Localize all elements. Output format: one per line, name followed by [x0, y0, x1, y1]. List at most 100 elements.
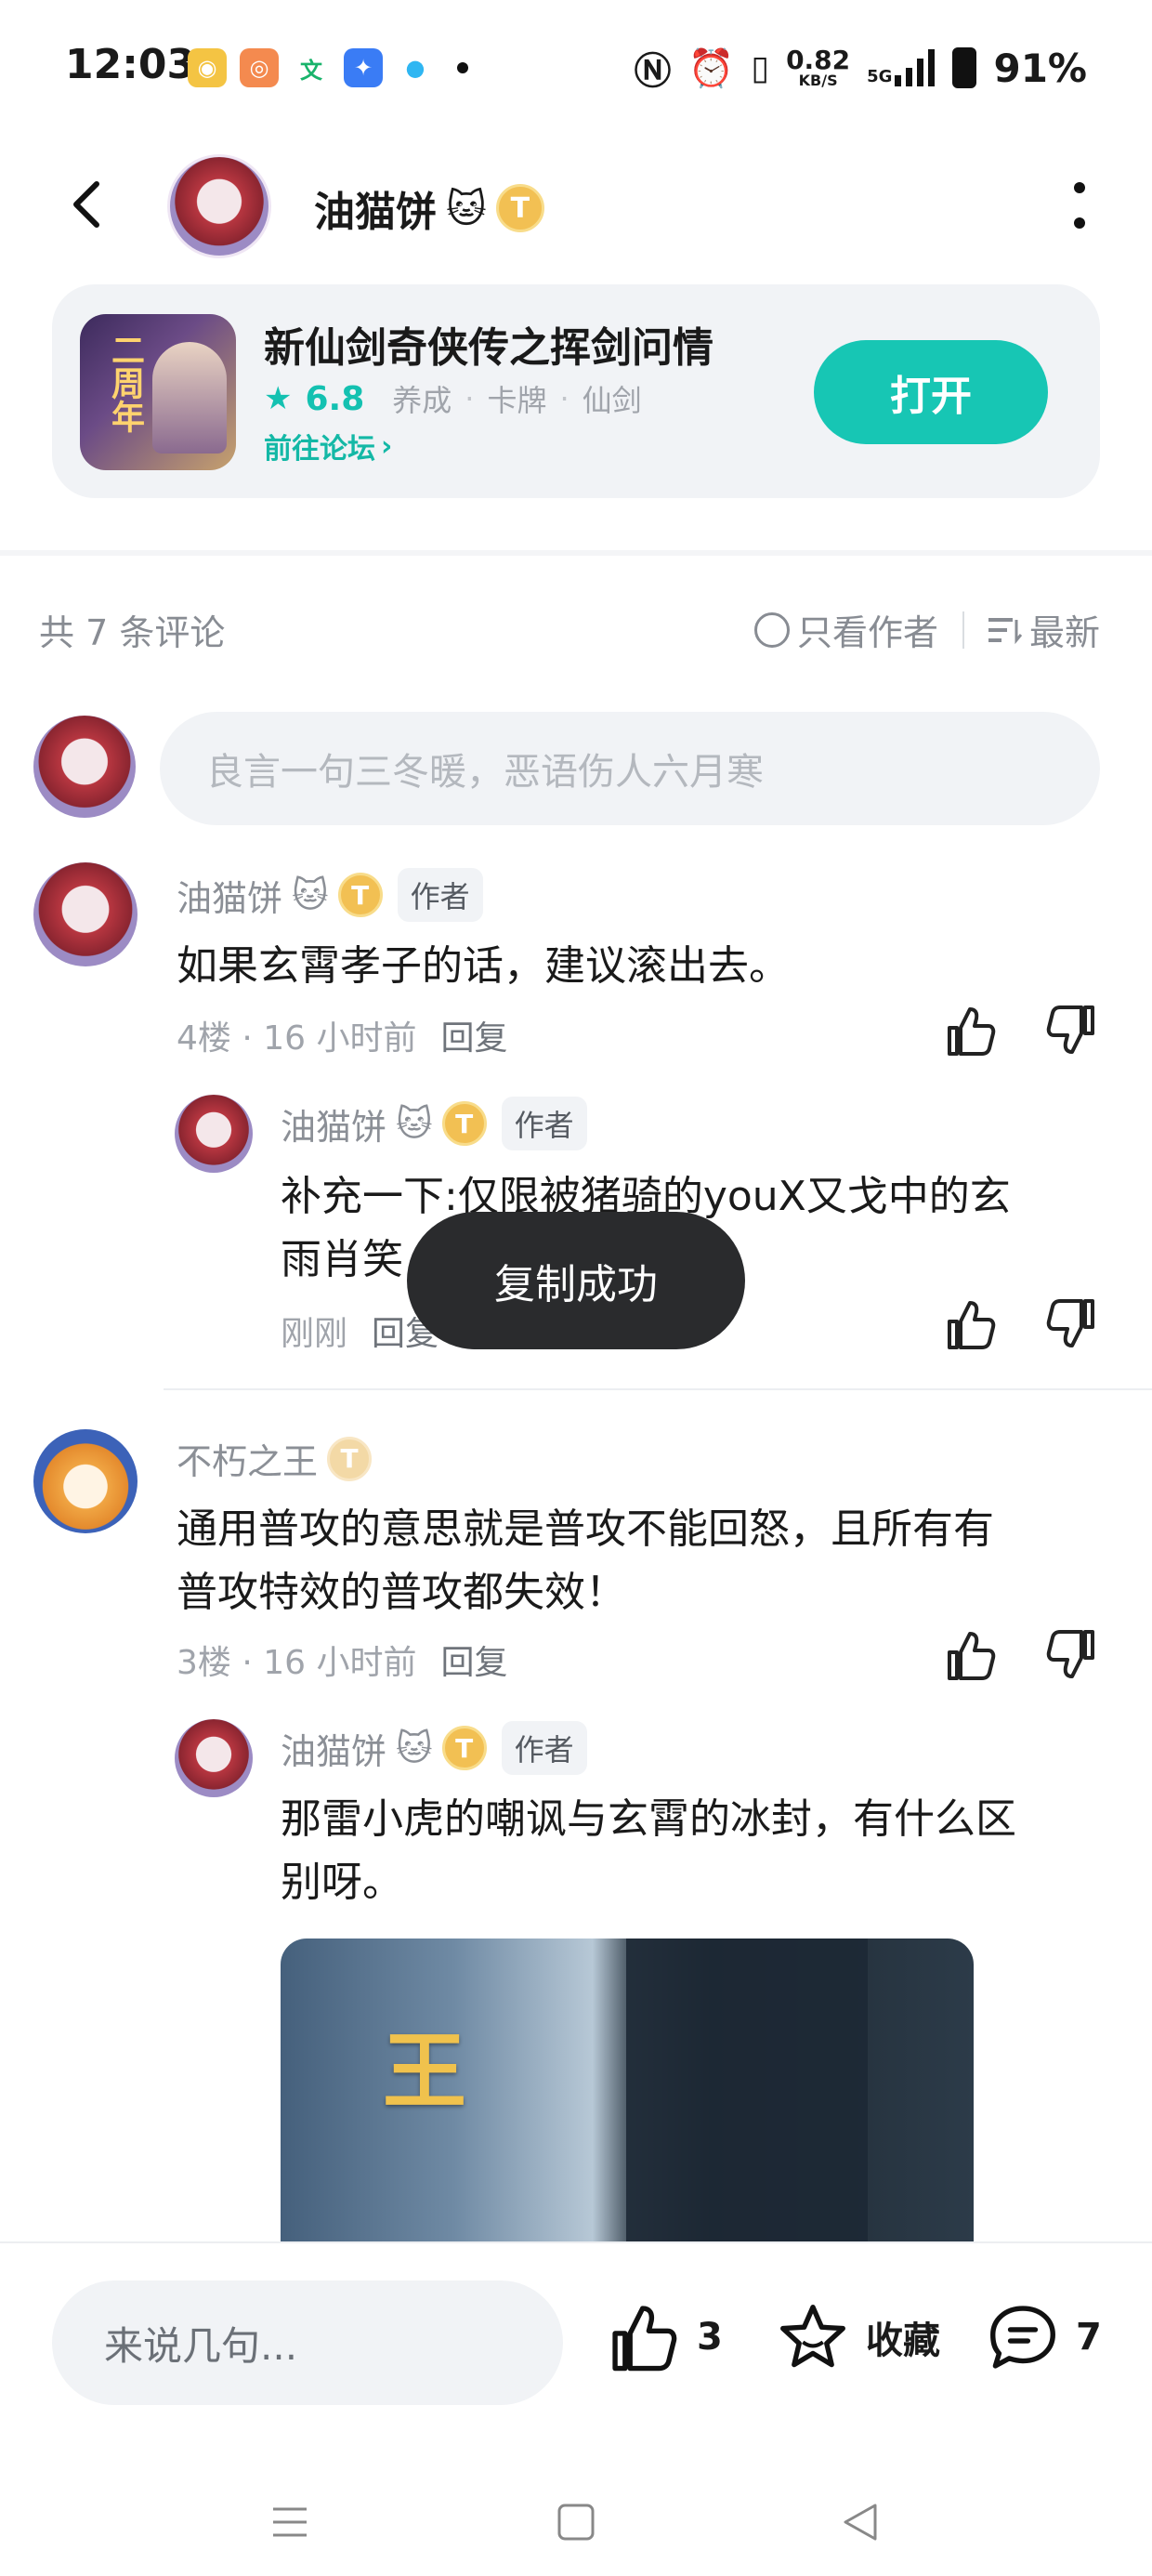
back-nav-icon[interactable] [840, 2502, 881, 2543]
home-nav-icon[interactable] [556, 2502, 596, 2543]
comment-meta: 4楼 · 16 小时前 回复 [177, 1011, 508, 1059]
reply-image[interactable]: 王 [281, 1939, 974, 2241]
section-divider [0, 550, 1152, 556]
game-tag: 卡牌 [487, 383, 547, 418]
favorite-button[interactable]: 收藏 [777, 2301, 940, 2373]
thumbs-up-icon [612, 2306, 677, 2372]
reply-button[interactable]: 回复 [441, 1636, 508, 1684]
chevron-right-icon: › [381, 429, 393, 463]
commenter-avatar[interactable] [33, 862, 137, 966]
game-icon[interactable]: 二周年 [80, 314, 236, 470]
commenter-name-row[interactable]: 不朽之王 T [177, 1433, 373, 1484]
battery-level: 91% [993, 45, 1087, 91]
comment-input[interactable]: 良言一句三冬暖，恶语伤人六月寒 [160, 712, 1100, 825]
vote-buttons [944, 1628, 1098, 1682]
weibo-icon: ◉ [188, 48, 227, 87]
author-tag: 作者 [501, 1721, 587, 1775]
sort-icon [988, 617, 1022, 644]
author-avatar[interactable] [167, 154, 271, 258]
network-speed: 0.82 KB/S [786, 45, 851, 89]
sort-button[interactable]: 最新 [988, 604, 1100, 655]
favorite-label: 收藏 [866, 2320, 940, 2362]
level-badge-icon: T [495, 184, 544, 232]
thumbs-up-icon[interactable] [944, 1297, 998, 1351]
game-title: 新仙剑奇侠传之挥剑问情 [264, 324, 713, 372]
signal-icon: 5G [867, 49, 936, 86]
wen-app-icon: 文 [292, 48, 331, 87]
vibrate-icon: ▯ [751, 48, 770, 87]
reply-avatar[interactable] [175, 1095, 253, 1173]
comment-text[interactable]: 如果玄霄孝子的话，建议滚出去。 [177, 935, 790, 998]
game-meta: ★ 6.8 养成 · 卡牌 · 仙剑 [264, 377, 642, 420]
comment-divider [164, 1388, 1152, 1390]
forum-link-label: 前往论坛 [264, 433, 375, 466]
more-options-button[interactable] [1072, 182, 1087, 229]
star-icon [780, 2305, 845, 2368]
divider [962, 611, 964, 649]
bottom-comment-input[interactable]: 来说几句... [52, 2280, 563, 2405]
radio-circle-icon [753, 611, 790, 648]
image-info-panel [626, 1939, 868, 2241]
author-tag: 作者 [397, 868, 483, 922]
level-badge-icon: T [441, 1101, 487, 1146]
game-score: 6.8 [305, 379, 365, 418]
cat-emoji: 🐱 [396, 1728, 433, 1768]
vote-buttons [944, 1004, 1098, 1058]
comment-bubble-icon [990, 2306, 1055, 2369]
thumbs-up-icon[interactable] [944, 1628, 998, 1682]
author-name-row[interactable]: 油猫饼 🐱 T [314, 178, 544, 238]
comment-meta: 3楼 · 16 小时前 回复 [177, 1636, 508, 1684]
kebab-dot [1074, 182, 1085, 193]
bottom-action-bar: 来说几句... 3 收藏 7 [0, 2241, 1152, 2459]
chevron-left-icon [73, 181, 99, 228]
cat-emoji: 🐱 [396, 1103, 433, 1144]
status-time: 12:03 [65, 41, 196, 88]
thumbs-down-icon[interactable] [1044, 1628, 1098, 1682]
level-badge-icon: T [327, 1436, 373, 1481]
commenter-name-row[interactable]: 油猫饼 🐱 T 作者 [177, 868, 483, 922]
menu-nav-icon[interactable] [269, 2502, 310, 2543]
comment-filters: 只看作者 最新 [753, 604, 1100, 655]
alarm-icon: ⏰ [687, 46, 735, 90]
cat-emoji: 🐱 [292, 874, 329, 915]
game-icon-text: 二周年 [106, 333, 144, 433]
qq-icon: ● [396, 48, 435, 87]
reply-text[interactable]: 那雷小虎的嘲讽与玄霄的冰封，有什么区 别呀。 [281, 1788, 1016, 1914]
comments-button[interactable]: 7 [987, 2301, 1102, 2373]
author-only-toggle[interactable]: 只看作者 [753, 604, 938, 655]
author-tag: 作者 [501, 1097, 587, 1150]
level-badge-icon: T [441, 1726, 487, 1770]
game-card[interactable]: 二周年 新仙剑奇侠传之挥剑问情 ★ 6.8 养成 · 卡牌 · 仙剑 前往论坛 … [52, 284, 1100, 498]
commenter-avatar[interactable] [33, 1429, 137, 1533]
reply-name-row[interactable]: 油猫饼 🐱 T 作者 [281, 1097, 587, 1150]
thumbs-down-icon[interactable] [1044, 1004, 1098, 1058]
image-text: 王 [383, 2023, 466, 2121]
separator: · [465, 381, 475, 416]
forum-link[interactable]: 前往论坛 › [264, 426, 392, 467]
comment-floor-time: 3楼 · 16 小时前 [177, 1644, 417, 1682]
status-bar: 12:03 ◉ ◎ 文 ✦ ● Ⓝ ⏰ ▯ 0.82 KB/S 5G 91% [0, 0, 1152, 139]
thumbs-down-icon[interactable] [1044, 1297, 1098, 1351]
reply-avatar[interactable] [175, 1719, 253, 1797]
author-name: 油猫饼 [314, 189, 437, 236]
back-button[interactable] [61, 177, 117, 232]
reply-time: 刚刚 [281, 1315, 348, 1353]
system-nav-bar [0, 2459, 1152, 2576]
blue-app-icon: ✦ [344, 48, 383, 87]
cat-emoji: 🐱 [446, 185, 487, 231]
battery-icon [952, 47, 977, 88]
status-app-icons: ◉ ◎ 文 ✦ ● [188, 48, 468, 87]
thumbs-up-icon[interactable] [944, 1004, 998, 1058]
reply-name-row[interactable]: 油猫饼 🐱 T 作者 [281, 1721, 587, 1775]
comment-count: 共 7 条评论 [39, 612, 226, 653]
game-character-art [152, 342, 227, 453]
orange-app-icon: ◎ [240, 48, 279, 87]
copy-success-toast: 复制成功 [407, 1212, 745, 1349]
comment-text[interactable]: 通用普攻的意思就是普攻不能回怒，且所有有 普攻特效的普攻都失效！ [177, 1498, 994, 1624]
game-tag: 仙剑 [582, 383, 642, 418]
like-button[interactable]: 3 [608, 2301, 723, 2373]
level-badge-icon: T [337, 873, 383, 917]
separator: · [559, 381, 569, 416]
open-game-button[interactable]: 打开 [814, 340, 1048, 444]
reply-button[interactable]: 回复 [441, 1011, 508, 1059]
